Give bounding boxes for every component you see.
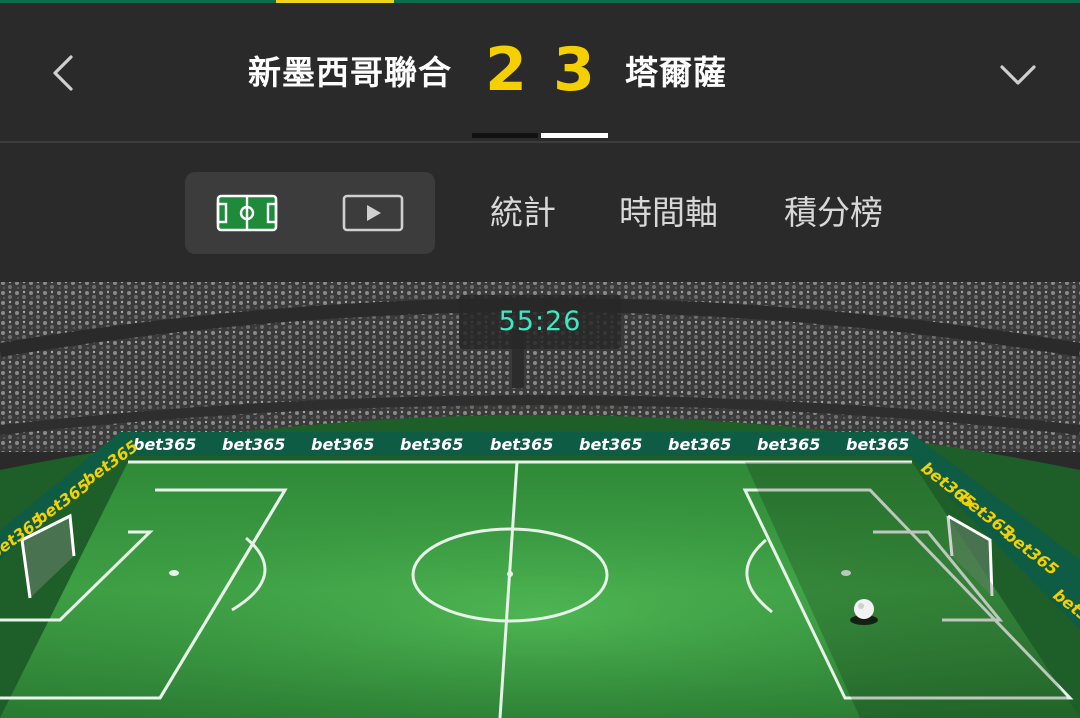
- home-team-name: 新墨西哥聯合: [248, 53, 452, 92]
- penalty-spot-left: [169, 570, 179, 576]
- home-score: 2: [485, 35, 527, 105]
- play-icon: [342, 194, 404, 232]
- pitch-view-button[interactable]: [207, 190, 287, 236]
- ad-board-logo: bet365: [490, 435, 553, 454]
- match-centre: 新墨西哥聯合 2 3 塔爾薩 統計 時間軸 積分榜 bet365 bet365 …: [0, 0, 1080, 718]
- chevron-left-icon: [53, 55, 73, 91]
- ad-board-logo: bet365: [311, 435, 374, 454]
- away-team-name: 塔爾薩: [625, 53, 727, 92]
- tab-stats[interactable]: 統計: [490, 189, 556, 237]
- period-indicator-first-half: [472, 133, 538, 138]
- match-visualisation: bet365 bet365 bet365 bet365 bet365 bet36…: [0, 282, 1080, 718]
- scoreboard-header: 新墨西哥聯合 2 3 塔爾薩: [0, 3, 1080, 142]
- ad-board-logo: bet365: [579, 435, 642, 454]
- pitch-icon: [216, 194, 278, 232]
- tab-timeline[interactable]: 時間軸: [619, 189, 718, 237]
- chevron-down-icon: [1000, 65, 1036, 85]
- ad-board-logo: bet365: [222, 435, 285, 454]
- centre-spot: [507, 571, 513, 577]
- ad-board-logo: bet365: [400, 435, 463, 454]
- ad-board-logo: bet365: [133, 435, 196, 454]
- back-button[interactable]: [38, 45, 88, 101]
- period-indicator-second-half: [541, 133, 608, 138]
- away-score: 3: [553, 35, 595, 105]
- ad-board-logo: bet365: [668, 435, 731, 454]
- ball: [854, 599, 874, 619]
- tab-bar: 統計 時間軸 積分榜: [0, 143, 1080, 282]
- ad-board-logo: bet365: [846, 435, 909, 454]
- match-clock: 55:26: [459, 295, 621, 349]
- expand-button[interactable]: [992, 47, 1044, 99]
- video-view-button[interactable]: [333, 190, 413, 236]
- ad-board-logo: bet365: [757, 435, 820, 454]
- tab-standings[interactable]: 積分榜: [784, 189, 883, 237]
- view-toggle: [185, 172, 435, 254]
